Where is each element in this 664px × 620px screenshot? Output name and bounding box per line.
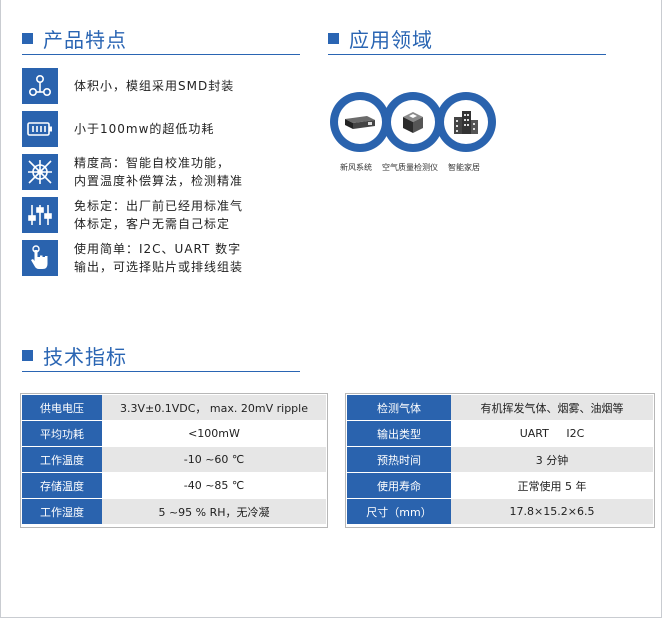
features-section-rule [22,54,300,55]
spec-value: -40 ~85 ℃ [102,472,326,499]
specs-section-rule [22,371,300,372]
feature-text: 体积小，模组采用SMD封装 [74,68,234,95]
section-marker-square [328,33,339,44]
spec-table-left: 供电电压 3.3V±0.1VDC， max. 20mV ripple 平均功耗 <1… [22,395,326,525]
feature-item: 体积小，模组采用SMD封装 [22,68,312,104]
connection-nodes-icon [22,68,58,104]
table-row: 预热时间 3 分钟 [347,446,653,473]
features-section-header: 产品特点 [22,24,127,53]
sliders-icon [22,197,58,233]
spec-value: UART I2C [451,420,653,447]
applications-graphic: 新风系统 空气质量检测仪 智能家居 [330,92,570,176]
spec-value: 正常使用 5 年 [451,472,653,499]
app-label: 智能家居 [448,163,480,172]
air-purifier-device-icon [330,92,390,152]
spec-key: 供电电压 [22,395,102,421]
spec-key: 尺寸（mm） [347,498,451,525]
app-label: 新风系统 [340,163,372,172]
applications-section-rule [328,54,606,55]
feature-text: 小于100mw的超低功耗 [74,111,214,138]
table-row: 存储温度 -40 ~85 ℃ [22,472,326,499]
table-row: 使用寿命 正常使用 5 年 [347,472,653,499]
feature-line: 输出，可选择贴片或排线组装 [74,260,244,274]
feature-item: 免标定：出厂前已经用标准气 体标定，客户无需自己标定 [22,197,312,233]
spec-key: 工作温度 [22,446,102,473]
feature-item: 小于100mw的超低功耗 [22,111,312,147]
spec-key: 工作湿度 [22,498,102,525]
spec-value: 有机挥发气体、烟雾、油烟等 [451,395,653,421]
feature-line: 内置温度补偿算法，检测精准 [74,174,244,188]
table-row: 工作温度 -10 ~60 ℃ [22,446,326,473]
applications-section-title: 应用领域 [349,28,433,52]
smart-building-icon [436,92,496,152]
spec-table-right: 检测气体 有机挥发气体、烟雾、油烟等 输出类型 UART I2C 预热时间 3 分钟 … [347,395,653,525]
section-marker-square [22,33,33,44]
specs-section-header: 技术指标 [22,341,127,370]
section-marker-square [22,350,33,361]
spec-value: <100mW [102,420,326,447]
feature-text: 精度高：智能自校准功能， 内置温度补偿算法，检测精准 [74,154,243,190]
battery-icon [22,111,58,147]
feature-line: 使用简单：I2C、UART 数字 [74,242,242,256]
spec-key: 存储温度 [22,472,102,499]
table-row: 检测气体 有机挥发气体、烟雾、油烟等 [347,395,653,421]
feature-line: 精度高：智能自校准功能， [74,156,231,170]
table-row: 输出类型 UART I2C [347,420,653,447]
table-row: 供电电压 3.3V±0.1VDC， max. 20mV ripple [22,395,326,421]
precision-target-icon [22,154,58,190]
spec-value: 5 ~95 % RH，无冷凝 [102,498,326,525]
spec-value: 3.3V±0.1VDC， max. 20mV ripple [102,395,326,421]
spec-key: 使用寿命 [347,472,451,499]
features-section-title: 产品特点 [43,28,127,52]
feature-text: 使用简单：I2C、UART 数字 输出，可选择贴片或排线组装 [74,240,243,276]
feature-line: 免标定：出厂前已经用标准气 [74,199,244,213]
feature-text: 免标定：出厂前已经用标准气 体标定，客户无需自己标定 [74,197,243,233]
hand-pointer-icon [22,240,58,276]
feature-line: 体标定，客户无需自己标定 [74,217,231,231]
spec-key: 预热时间 [347,446,451,473]
spec-value: 17.8×15.2×6.5 [451,498,653,525]
spec-key: 平均功耗 [22,420,102,447]
spec-value: 3 分钟 [451,446,653,473]
spec-value: -10 ~60 ℃ [102,446,326,473]
spec-key: 检测气体 [347,395,451,421]
feature-line: 小于100mw的超低功耗 [74,122,215,136]
spec-key: 输出类型 [347,420,451,447]
feature-line: 体积小，模组采用SMD封装 [74,79,235,93]
air-quality-monitor-icon [383,92,443,152]
specs-section-title: 技术指标 [43,345,127,369]
feature-item: 使用简单：I2C、UART 数字 输出，可选择贴片或排线组装 [22,240,312,276]
app-label: 空气质量检测仪 [382,163,438,172]
table-row: 平均功耗 <100mW [22,420,326,447]
feature-item: 精度高：智能自校准功能， 内置温度补偿算法，检测精准 [22,154,312,190]
table-row: 尺寸（mm） 17.8×15.2×6.5 [347,498,653,525]
applications-section-header: 应用领域 [328,24,433,53]
table-row: 工作湿度 5 ~95 % RH，无冷凝 [22,498,326,525]
